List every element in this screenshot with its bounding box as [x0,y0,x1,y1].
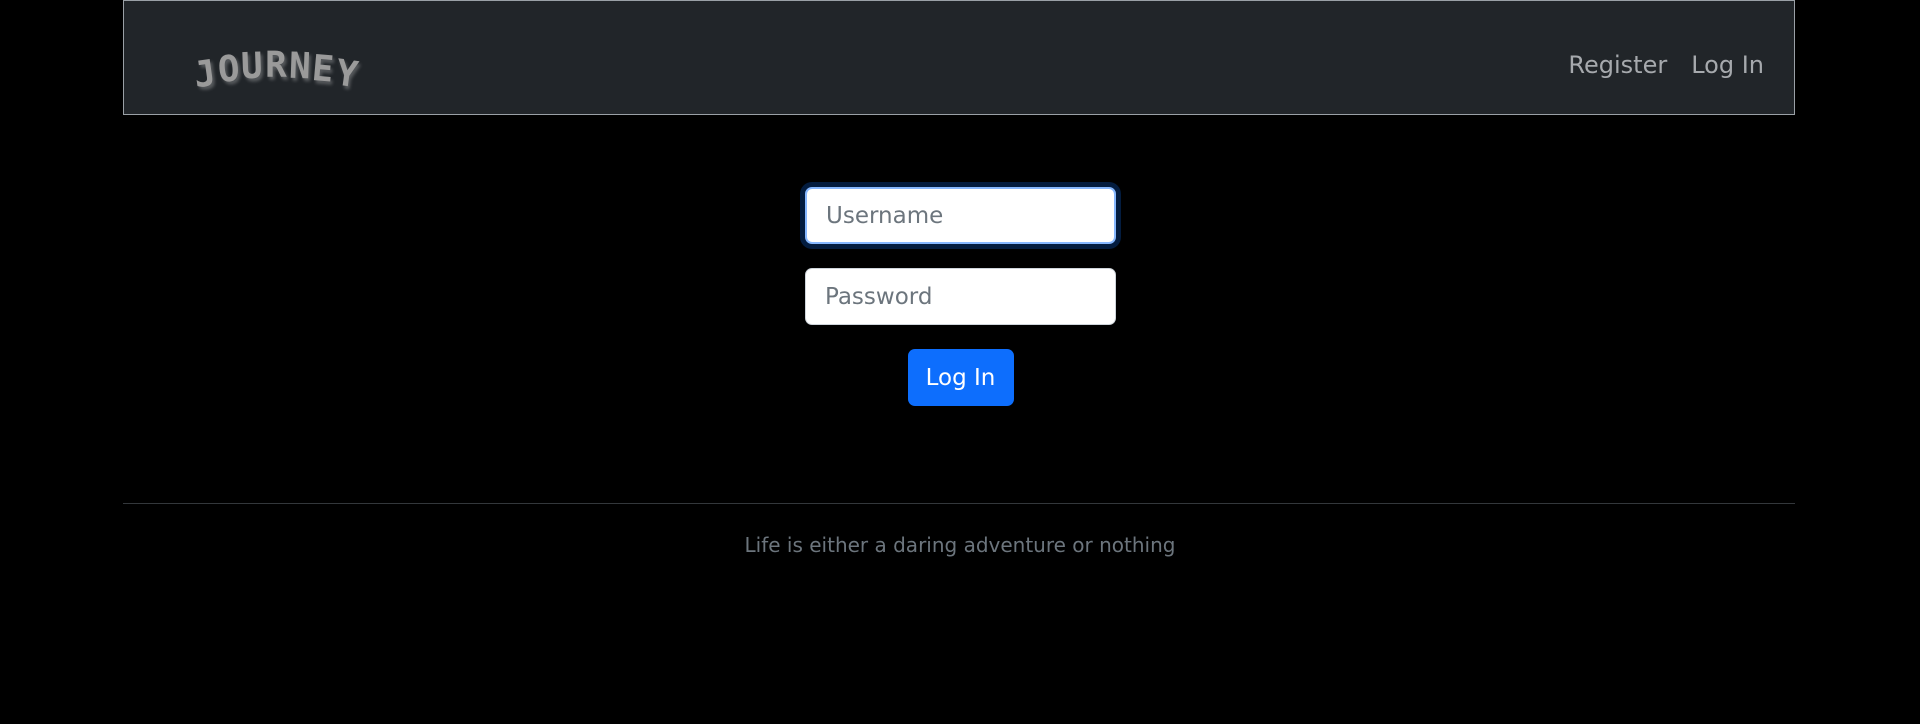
nav-links: Register Log In [1568,51,1764,79]
login-link[interactable]: Log In [1691,51,1764,79]
footer-tagline: Life is either a daring adventure or not… [744,533,1176,557]
footer-divider [123,503,1795,504]
brand-logo[interactable]: J O U R N E Y [191,41,362,96]
navbar: J O U R N E Y Register Log In [123,0,1795,115]
page: J O U R N E Y Register Log In Log In Lif… [0,0,1920,724]
password-input[interactable] [805,268,1116,325]
login-form: Log In [805,187,1116,406]
logo-letter: J [191,52,221,97]
logo-letter: O [215,48,244,91]
login-button[interactable]: Log In [907,349,1014,406]
register-link[interactable]: Register [1568,51,1667,79]
logo-letter: Y [333,52,363,97]
logo-letter: U [240,45,266,88]
logo-letter: R [265,45,289,86]
username-input[interactable] [805,187,1116,244]
logo-letter: N [288,45,314,88]
